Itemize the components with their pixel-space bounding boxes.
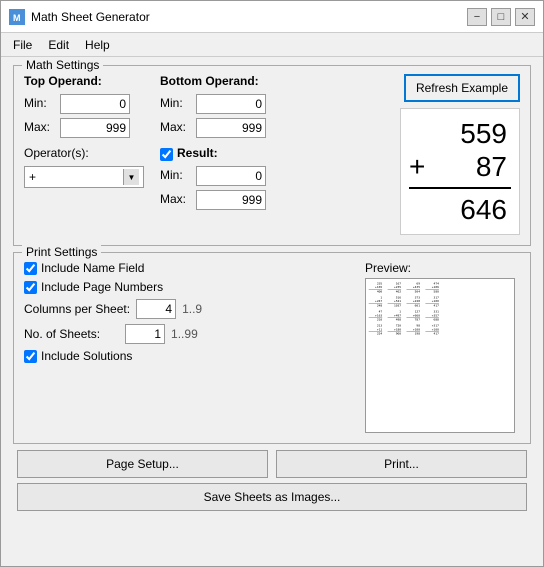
example-operator: + xyxy=(409,151,425,183)
include-page-numbers-label: Include Page Numbers xyxy=(41,280,163,294)
columns-range: 1..9 xyxy=(182,302,202,316)
top-max-row: Max: xyxy=(24,118,144,138)
bottom-operand-col: Bottom Operand: Min: Max: Res xyxy=(160,74,266,210)
close-button[interactable]: ✕ xyxy=(515,8,535,26)
math-settings-legend: Math Settings xyxy=(22,58,103,72)
result-label: Result: xyxy=(177,146,218,160)
content-area: Math Settings Top Operand: Min: Max: xyxy=(1,57,543,566)
btn-row-2: Save Sheets as Images... xyxy=(17,483,527,511)
include-name-row: Include Name Field xyxy=(24,261,355,275)
sheets-input[interactable] xyxy=(125,324,165,344)
include-solutions-row: Include Solutions xyxy=(24,349,355,363)
bottom-min-label: Min: xyxy=(160,96,192,110)
result-max-row: Max: xyxy=(160,190,266,210)
print-settings-group: Print Settings Include Name Field Includ… xyxy=(13,252,531,444)
svg-text:M: M xyxy=(13,13,21,23)
print-settings-inner: Include Name Field Include Page Numbers … xyxy=(24,261,520,433)
columns-input[interactable] xyxy=(136,299,176,319)
result-min-label: Min: xyxy=(160,168,192,182)
result-max-input[interactable] xyxy=(196,190,266,210)
result-min-row: Min: xyxy=(160,166,266,186)
print-left: Include Name Field Include Page Numbers … xyxy=(24,261,355,433)
menu-help[interactable]: Help xyxy=(77,36,118,54)
bottom-max-label: Max: xyxy=(160,120,192,134)
bottom-operand-label: Bottom Operand: xyxy=(160,74,266,88)
refresh-example-button[interactable]: Refresh Example xyxy=(404,74,520,102)
print-settings-legend: Print Settings xyxy=(22,245,101,259)
include-name-checkbox[interactable] xyxy=(24,262,37,275)
menu-bar: File Edit Help xyxy=(1,33,543,57)
app-icon: M xyxy=(9,9,25,25)
operator-label: Operator(s): xyxy=(24,146,144,160)
result-min-input[interactable] xyxy=(196,166,266,186)
top-max-label: Max: xyxy=(24,120,56,134)
example-operator-row: + 87 xyxy=(409,151,511,183)
result-checkbox-row: Result: xyxy=(160,146,266,162)
operator-dropdown-arrow[interactable]: ▼ xyxy=(123,169,139,185)
example-box: 559 + 87 646 xyxy=(400,108,520,235)
bottom-max-row: Max: xyxy=(160,118,266,138)
result-max-label: Max: xyxy=(160,192,192,206)
example-result: 646 xyxy=(409,193,511,227)
print-right: Preview: 235+165400 167+235402 69+435504… xyxy=(365,261,520,433)
title-bar: M Math Sheet Generator − □ ✕ xyxy=(1,1,543,33)
bottom-buttons: Page Setup... Print... Save Sheets as Im… xyxy=(13,450,531,511)
top-operand-label: Top Operand: xyxy=(24,74,144,88)
sheets-range: 1..99 xyxy=(171,327,198,341)
btn-row-1: Page Setup... Print... xyxy=(17,450,527,478)
save-sheets-button[interactable]: Save Sheets as Images... xyxy=(17,483,527,511)
example-bottom: 87 xyxy=(429,151,511,183)
include-page-numbers-row: Include Page Numbers xyxy=(24,280,355,294)
top-min-input[interactable] xyxy=(60,94,130,114)
columns-label: Columns per Sheet: xyxy=(24,302,130,316)
bottom-max-input[interactable] xyxy=(196,118,266,138)
math-left: Top Operand: Min: Max: Operator(s): xyxy=(24,74,400,210)
math-top-row: Top Operand: Min: Max: Operator(s): xyxy=(24,74,520,235)
maximize-button[interactable]: □ xyxy=(491,8,511,26)
top-max-input[interactable] xyxy=(60,118,130,138)
result-col: Result: Min: Max: xyxy=(160,146,266,210)
window-title: Math Sheet Generator xyxy=(31,10,467,24)
main-window: M Math Sheet Generator − □ ✕ File Edit H… xyxy=(0,0,544,567)
preview-box: 235+165400 167+235402 69+435504 474+1065… xyxy=(365,278,515,433)
bottom-min-input[interactable] xyxy=(196,94,266,114)
title-controls: − □ ✕ xyxy=(467,8,535,26)
result-checkbox[interactable] xyxy=(160,148,173,161)
example-line xyxy=(409,187,511,189)
columns-row: Columns per Sheet: 1..9 xyxy=(24,299,355,319)
page-setup-button[interactable]: Page Setup... xyxy=(17,450,268,478)
include-name-label: Include Name Field xyxy=(41,261,144,275)
right-math: Refresh Example 559 + 87 646 xyxy=(400,74,520,235)
top-min-row: Min: xyxy=(24,94,144,114)
sheets-label: No. of Sheets: xyxy=(24,327,100,341)
preview-label: Preview: xyxy=(365,261,520,275)
top-operand-col: Top Operand: Min: Max: Operator(s): xyxy=(24,74,144,210)
example-top: 559 xyxy=(409,117,511,151)
print-button[interactable]: Print... xyxy=(276,450,527,478)
operator-col: Operator(s): + ▼ xyxy=(24,146,144,188)
menu-file[interactable]: File xyxy=(5,36,40,54)
minimize-button[interactable]: − xyxy=(467,8,487,26)
include-page-numbers-checkbox[interactable] xyxy=(24,281,37,294)
math-settings-group: Math Settings Top Operand: Min: Max: xyxy=(13,65,531,246)
sheets-row: No. of Sheets: 1..99 xyxy=(24,324,355,344)
top-min-label: Min: xyxy=(24,96,56,110)
operator-select[interactable]: + ▼ xyxy=(24,166,144,188)
bottom-min-row: Min: xyxy=(160,94,266,114)
menu-edit[interactable]: Edit xyxy=(40,36,77,54)
include-solutions-checkbox[interactable] xyxy=(24,350,37,363)
operator-value: + xyxy=(29,170,123,184)
include-solutions-label: Include Solutions xyxy=(41,349,132,363)
